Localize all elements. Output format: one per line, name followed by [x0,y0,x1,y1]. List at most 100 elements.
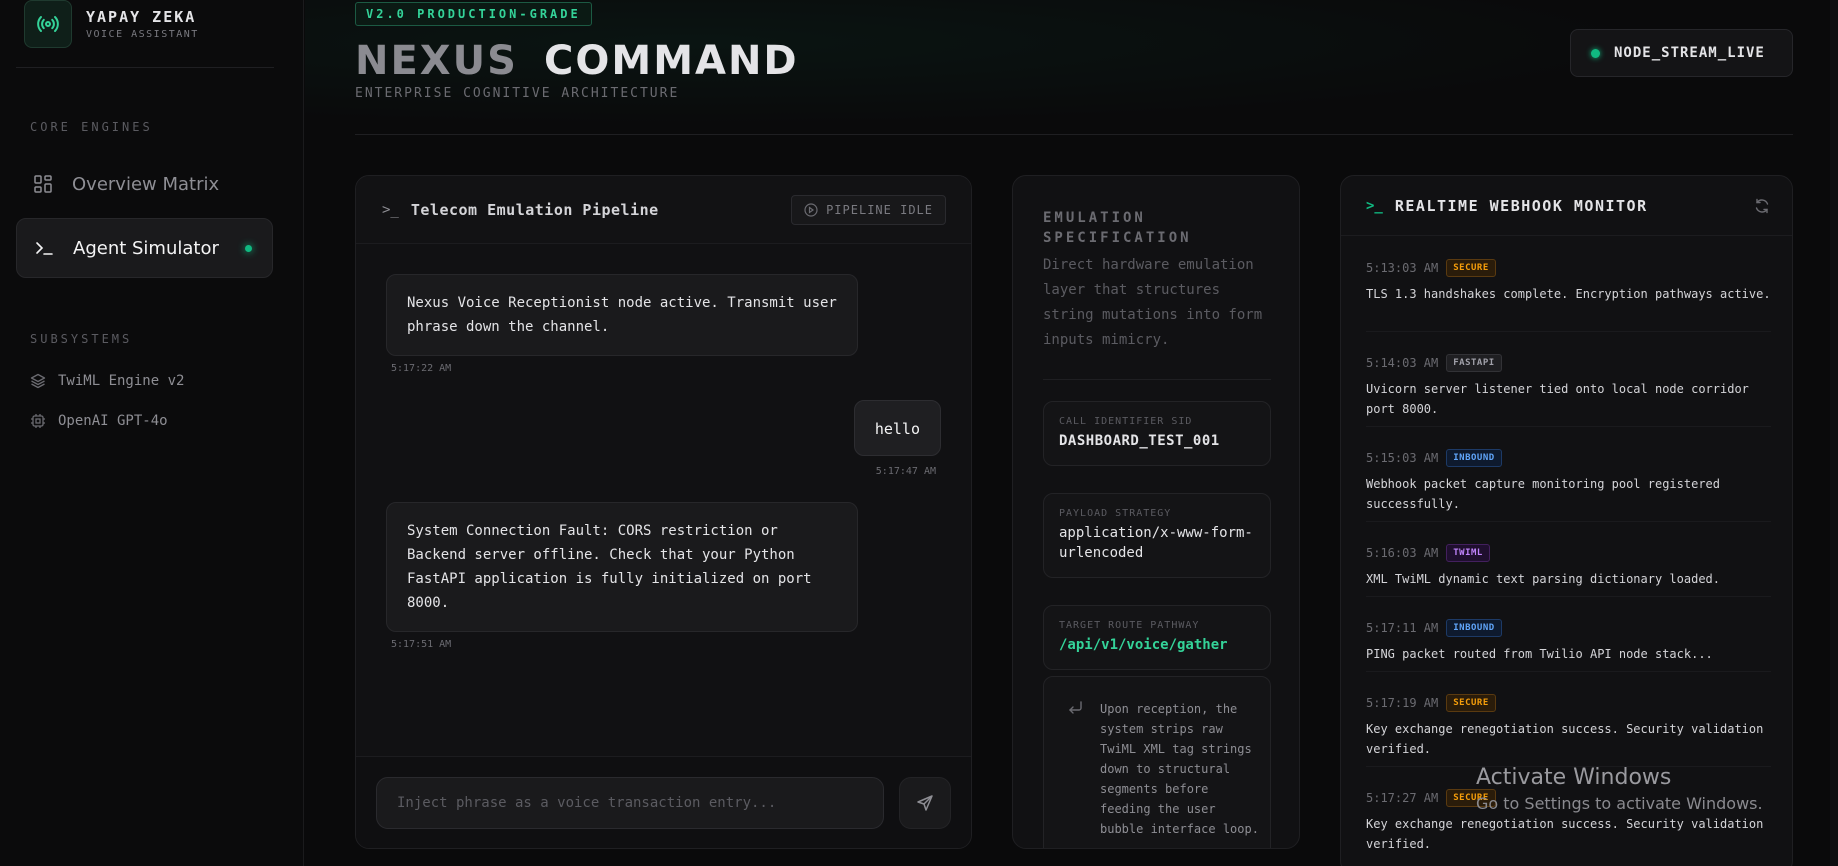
spec-title: EMULATION SPECIFICATION [1043,210,1192,246]
spec-description: Direct hardware emulation layer that str… [1043,257,1263,348]
divider [1366,426,1771,427]
log-text: Key exchange renegotiation success. Secu… [1366,817,1764,851]
log-entry: 5:17:19 AM SECURE Key exchange renegotiat… [1366,694,1771,759]
brand[interactable]: YAPAY ZEKA VOICE ASSISTANT [24,0,199,48]
field-label: CALL IDENTIFIER SID [1059,416,1193,427]
play-circle-icon [804,203,818,217]
divider [1366,596,1771,597]
log-entry: 5:16:03 AM TWIML XML TwiML dynamic text p… [1366,544,1771,589]
nav-item-overview-matrix[interactable]: Overview Matrix [16,154,273,214]
stream-status-label: NODE_STREAM_LIVE [1614,45,1765,61]
layers-icon [30,373,46,389]
message-timestamp: 5:17:47 AM [875,466,936,477]
log-entry: 5:13:03 AM SECURE TLS 1.3 handshakes comp… [1366,259,1771,304]
message-timestamp: 5:17:51 AM [391,639,452,650]
sidebar: YAPAY ZEKA VOICE ASSISTANT CORE ENGINES … [0,0,304,866]
brand-subtitle: VOICE ASSISTANT [86,29,199,40]
windows-activation-watermark: Activate Windows Go to Settings to activ… [1476,765,1763,813]
divider [1366,671,1771,672]
page-subtitle: ENTERPRISE COGNITIVE ARCHITECTURE [355,86,680,101]
log-tag: FASTAPI [1446,354,1502,372]
log-tag: INBOUND [1446,449,1502,467]
log-tag: TWIML [1446,544,1490,562]
brand-name: YAPAY ZEKA [86,8,197,26]
stream-status-badge[interactable]: NODE_STREAM_LIVE [1570,29,1793,77]
active-indicator [245,244,252,252]
title-bold: NEXUS [355,38,518,84]
terminal-icon: >_ [382,201,399,218]
subsystem-openai[interactable]: OpenAI GPT-4o [30,413,168,429]
page-scrollbar[interactable] [1830,0,1838,866]
watermark-subtitle: Go to Settings to activate Windows. [1476,794,1763,813]
route-pathway-field: TARGET ROUTE PATHWAY /api/v1/voice/gathe… [1043,605,1271,670]
log-entry: 5:14:03 AM FASTAPI Uvicorn server listene… [1366,354,1771,419]
log-time: 5:13:03 AM [1366,261,1439,275]
log-time: 5:17:27 AM [1366,791,1439,805]
pipeline-status-label: PIPELINE IDLE [826,203,933,217]
live-dot-icon [1591,48,1600,58]
log-text: Uvicorn server listener tied onto local … [1366,382,1749,416]
divider [16,67,274,68]
log-entry: 5:15:03 AM INBOUND Webhook packet capture… [1366,449,1771,514]
log-time: 5:15:03 AM [1366,451,1439,465]
processing-note: Upon reception, the system strips raw Tw… [1043,676,1271,848]
payload-strategy-field: PAYLOAD STRATEGY application/x-www-form-… [1043,493,1271,578]
subsystem-label: TwiML Engine v2 [58,373,185,389]
field-value: application/x-www-form-urlencoded [1059,525,1253,561]
nav-label: Overview Matrix [72,173,220,195]
nav-item-agent-simulator[interactable]: Agent Simulator [16,218,273,278]
log-tag: SECURE [1446,694,1496,712]
divider [355,134,1793,135]
webhook-monitor-panel: >_ REALTIME WEBHOOK MONITOR 5:13:03 AM SE… [1340,175,1793,866]
message-timestamp: 5:17:22 AM [391,363,452,374]
subsystem-twiml-engine[interactable]: TwiML Engine v2 [30,373,184,389]
subsystems-heading: SUBSYSTEMS [30,332,133,346]
log-entry: 5:17:11 AM INBOUND PING packet routed fro… [1366,619,1771,664]
terminal-icon: >_ [1366,197,1383,214]
field-label: TARGET ROUTE PATHWAY [1059,620,1200,631]
log-tag: SECURE [1446,259,1496,277]
nav-label: Agent Simulator [73,237,219,259]
log-text: PING packet routed from Twilio API node … [1366,647,1713,661]
divider [1043,379,1271,380]
log-text: XML TwiML dynamic text parsing dictionar… [1366,572,1721,586]
log-text: TLS 1.3 handshakes complete. Encryption … [1366,287,1771,301]
log-time: 5:14:03 AM [1366,356,1439,370]
log-time: 5:16:03 AM [1366,546,1439,560]
divider [1366,521,1771,522]
panel-title: Telecom Emulation Pipeline [410,200,659,219]
subsystem-label: OpenAI GPT-4o [58,413,168,429]
terminal-icon [35,239,53,257]
note-text: Upon reception, the system strips raw Tw… [1100,702,1259,836]
log-text: Webhook packet capture monitoring pool r… [1366,477,1721,511]
grid-icon [34,175,52,193]
call-sid-field: CALL IDENTIFIER SID DASHBOARD_TEST_001 [1043,401,1271,466]
field-value: /api/v1/voice/gather [1059,637,1228,653]
chat-composer [356,756,971,848]
log-text: Key exchange renegotiation success. Secu… [1366,722,1764,756]
page-title: NEXUS COMMAND [355,38,799,84]
send-button[interactable] [899,777,951,829]
user-message: hello [853,400,941,456]
log-time: 5:17:11 AM [1366,621,1439,635]
bot-message: System Connection Fault: CORS restrictio… [386,502,858,632]
return-icon [1069,701,1082,714]
phrase-input[interactable] [376,777,884,829]
version-badge: V2.0 PRODUCTION-GRADE [355,2,592,26]
pipeline-status-badge: PIPELINE IDLE [791,195,946,225]
panel-header: >_ Telecom Emulation Pipeline PIPELINE I… [356,176,971,244]
field-label: PAYLOAD STRATEGY [1059,508,1172,519]
watermark-title: Activate Windows [1476,765,1672,790]
log-time: 5:17:19 AM [1366,696,1439,710]
refresh-icon[interactable] [1754,198,1770,214]
core-engines-heading: CORE ENGINES [30,120,153,134]
panel-title: REALTIME WEBHOOK MONITOR [1394,196,1648,215]
cpu-icon [30,413,46,429]
panel-header: >_ REALTIME WEBHOOK MONITOR [1341,176,1792,236]
broadcast-icon [24,0,72,48]
divider [1366,331,1771,332]
telecom-pipeline-panel: >_ Telecom Emulation Pipeline PIPELINE I… [355,175,972,849]
title-light: COMMAND [544,38,799,84]
send-icon [917,795,933,811]
emulation-spec-panel: EMULATION SPECIFICATION Direct hardware … [1012,175,1300,849]
